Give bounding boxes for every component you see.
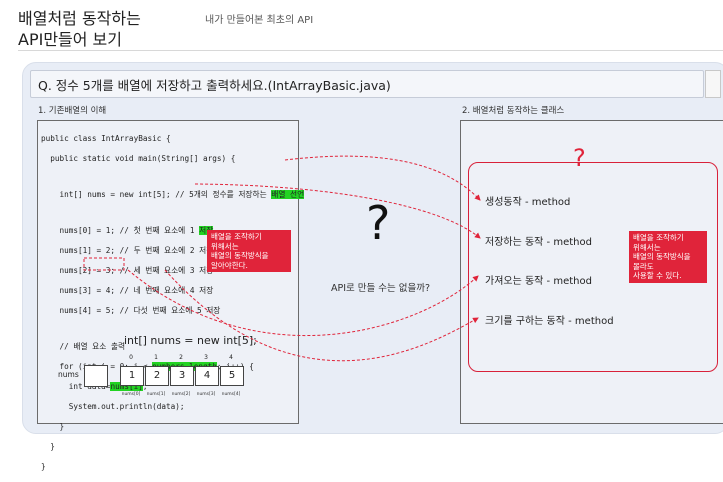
arrow-to-size — [164, 269, 479, 362]
arrow-to-store — [194, 183, 481, 239]
arrow-to-get — [127, 269, 479, 337]
arrow-to-create — [284, 155, 481, 201]
nums-box-outline — [83, 257, 125, 271]
code-line: } — [41, 442, 55, 451]
connector-arrows — [83, 155, 481, 362]
code-line: } — [41, 462, 46, 471]
